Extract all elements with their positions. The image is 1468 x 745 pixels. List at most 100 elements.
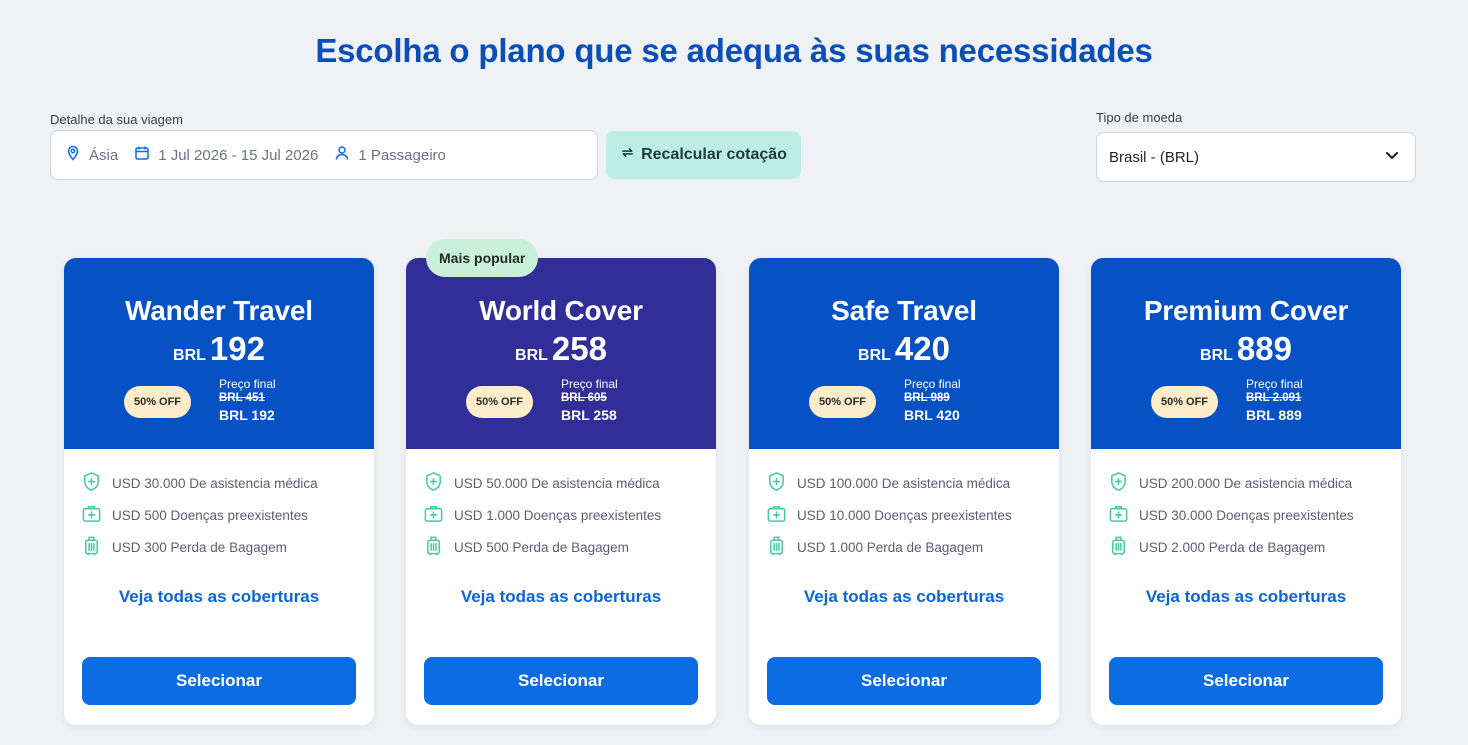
medical-kit-icon xyxy=(423,503,444,527)
see-all-coverages-link[interactable]: Veja todas as coberturas xyxy=(1091,587,1401,607)
luggage-icon xyxy=(766,535,787,559)
plan-card-safe-travel: Safe Travel BRL 420 50% OFF Preço final … xyxy=(749,258,1059,725)
benefit-medical: USD 50.000 De asistencia médica xyxy=(423,467,716,499)
benefit-text: USD 300 Perda de Bagagem xyxy=(112,539,287,555)
plan-currency: BRL xyxy=(858,347,891,364)
final-price-block: Preço final BRL 451 BRL 192 xyxy=(219,378,276,425)
plan-price: BRL 889 xyxy=(1091,330,1401,368)
trip-dates[interactable]: 1 Jul 2026 - 15 Jul 2026 xyxy=(134,145,318,165)
luggage-icon xyxy=(1108,535,1129,559)
final-price-block: Preço final BRL 2.091 BRL 889 xyxy=(1246,378,1303,425)
shield-plus-icon xyxy=(81,471,102,495)
recalculate-quote-label: Recalcular cotação xyxy=(641,146,787,163)
shield-plus-icon xyxy=(766,471,787,495)
benefit-medical: USD 100.000 De asistencia médica xyxy=(766,467,1059,499)
recalculate-quote-button[interactable]: Recalcular cotação xyxy=(606,131,801,179)
benefits-list: USD 50.000 De asistencia médica USD 1.00… xyxy=(406,449,716,563)
refresh-icon xyxy=(620,145,635,165)
benefits-list: USD 30.000 De asistencia médica USD 500 … xyxy=(64,449,374,563)
most-popular-badge: Mais popular xyxy=(426,239,539,277)
shield-plus-icon xyxy=(1108,471,1129,495)
plan-currency: BRL xyxy=(515,347,548,364)
benefits-list: USD 100.000 De asistencia médica USD 10.… xyxy=(749,449,1059,563)
location-pin-icon xyxy=(65,145,81,165)
benefit-text: USD 200.000 De asistencia médica xyxy=(1139,475,1353,491)
final-price-label: Preço final xyxy=(904,377,961,391)
benefit-preexisting: USD 10.000 Doenças preexistentes xyxy=(766,499,1059,531)
page-title: Escolha o plano que se adequa às suas ne… xyxy=(315,32,1153,69)
currency-select[interactable]: Brasil - (BRL) xyxy=(1096,132,1416,182)
plan-card-world-cover: Mais popular World Cover BRL 258 50% OFF… xyxy=(406,239,716,725)
select-plan-button[interactable]: Selecionar xyxy=(1109,657,1383,705)
old-price: BRL 451 xyxy=(219,392,265,404)
benefit-baggage: USD 2.000 Perda de Bagagem xyxy=(1108,531,1401,563)
plan-amount: 889 xyxy=(1236,330,1292,367)
discount-badge: 50% OFF xyxy=(809,386,876,418)
shield-plus-icon xyxy=(423,471,444,495)
benefit-baggage: USD 300 Perda de Bagagem xyxy=(81,531,374,563)
plan-currency: BRL xyxy=(173,347,206,364)
select-plan-button[interactable]: Selecionar xyxy=(424,657,698,705)
see-all-coverages-link[interactable]: Veja todas as coberturas xyxy=(64,587,374,607)
final-price-block: Preço final BRL 989 BRL 420 xyxy=(904,378,961,425)
benefit-text: USD 1.000 Perda de Bagagem xyxy=(797,539,984,555)
plan-name: World Cover xyxy=(479,295,643,326)
final-price: BRL 258 xyxy=(561,407,617,423)
plan-amount: 420 xyxy=(894,330,950,367)
final-price-label: Preço final xyxy=(561,377,618,391)
old-price: BRL 605 xyxy=(561,392,607,404)
plan-amount: 192 xyxy=(209,330,265,367)
benefit-medical: USD 30.000 De asistencia médica xyxy=(81,467,374,499)
plan-card-wander-travel: Wander Travel BRL 192 50% OFF Preço fina… xyxy=(64,258,374,725)
medical-kit-icon xyxy=(766,503,787,527)
benefit-text: USD 500 Perda de Bagagem xyxy=(454,539,629,555)
plan-header: Premium Cover BRL 889 50% OFF Preço fina… xyxy=(1091,258,1401,449)
old-price: BRL 989 xyxy=(904,392,950,404)
benefit-text: USD 30.000 De asistencia médica xyxy=(112,475,318,491)
luggage-icon xyxy=(81,535,102,559)
final-price-block: Preço final BRL 605 BRL 258 xyxy=(561,378,618,425)
discount-badge: 50% OFF xyxy=(466,386,533,418)
final-price: BRL 192 xyxy=(219,407,275,423)
plan-header: Mais popular World Cover BRL 258 50% OFF… xyxy=(406,239,716,449)
final-price-label: Preço final xyxy=(1246,377,1303,391)
see-all-coverages-link[interactable]: Veja todas as coberturas xyxy=(749,587,1059,607)
plan-card-premium-cover: Premium Cover BRL 889 50% OFF Preço fina… xyxy=(1091,258,1401,725)
benefit-text: USD 10.000 Doenças preexistentes xyxy=(797,507,1012,523)
select-plan-button[interactable]: Selecionar xyxy=(82,657,356,705)
trip-destination-text: Ásia xyxy=(89,146,119,164)
benefit-text: USD 30.000 Doenças preexistentes xyxy=(1139,507,1354,523)
plan-name: Premium Cover xyxy=(1143,295,1349,326)
benefit-text: USD 500 Doenças preexistentes xyxy=(112,507,308,523)
discount-badge: 50% OFF xyxy=(1151,386,1218,418)
old-price: BRL 2.091 xyxy=(1246,392,1302,404)
luggage-icon xyxy=(423,535,444,559)
benefit-baggage: USD 500 Perda de Bagagem xyxy=(423,531,716,563)
trip-passengers[interactable]: 1 Passageiro xyxy=(334,145,446,165)
benefit-text: USD 1.000 Doenças preexistentes xyxy=(454,507,662,523)
plan-amount: 258 xyxy=(551,330,607,367)
trip-passengers-text: 1 Passageiro xyxy=(358,146,446,164)
user-icon xyxy=(334,145,350,165)
plan-price: BRL 420 xyxy=(749,330,1059,368)
chevron-down-icon xyxy=(1383,146,1401,168)
medical-kit-icon xyxy=(1108,503,1129,527)
plan-price: BRL 258 xyxy=(406,330,716,368)
trip-destination[interactable]: Ásia xyxy=(65,145,118,165)
trip-dates-text: 1 Jul 2026 - 15 Jul 2026 xyxy=(158,146,319,164)
final-price: BRL 889 xyxy=(1246,407,1302,423)
benefit-preexisting: USD 500 Doenças preexistentes xyxy=(81,499,374,531)
see-all-coverages-link[interactable]: Veja todas as coberturas xyxy=(406,587,716,607)
benefit-text: USD 50.000 De asistencia médica xyxy=(454,475,660,491)
currency-label: Tipo de moeda xyxy=(1096,110,1183,125)
benefit-text: USD 100.000 De asistencia médica xyxy=(797,475,1011,491)
final-price-label: Preço final xyxy=(219,377,276,391)
medical-kit-icon xyxy=(81,503,102,527)
discount-badge: 50% OFF xyxy=(124,386,191,418)
plan-price: BRL 192 xyxy=(64,330,374,368)
benefit-preexisting: USD 1.000 Doenças preexistentes xyxy=(423,499,716,531)
select-plan-button[interactable]: Selecionar xyxy=(767,657,1041,705)
trip-details-box[interactable]: Ásia 1 Jul 2026 - 15 Jul 2026 1 Passagei… xyxy=(50,130,598,180)
plan-currency: BRL xyxy=(1200,347,1233,364)
calendar-icon xyxy=(134,145,150,165)
